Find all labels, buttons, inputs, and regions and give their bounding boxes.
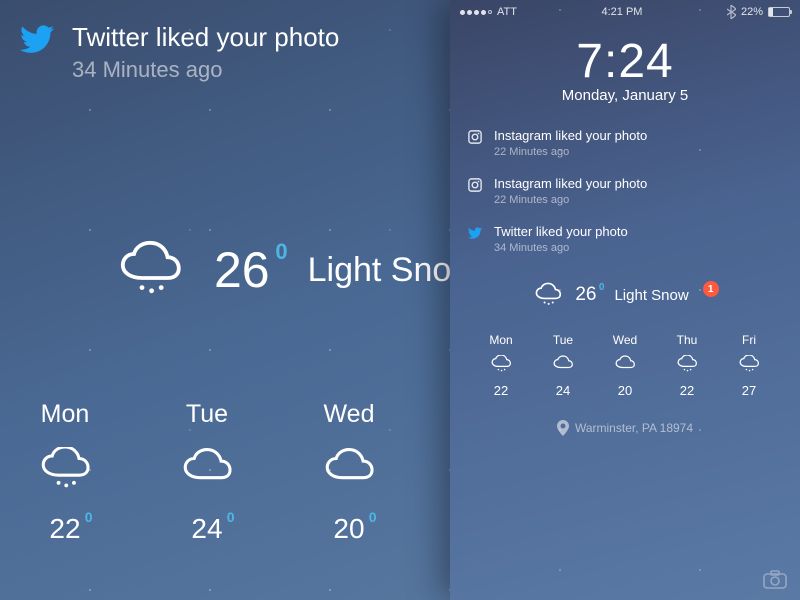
cloud-icon <box>175 447 239 491</box>
signal-dots-icon <box>460 10 492 15</box>
temperature-phone: 260 <box>575 284 596 306</box>
forecast-day[interactable]: Wed 20 <box>612 333 638 398</box>
forecast-day[interactable]: Thu 22 <box>674 333 700 398</box>
instagram-icon <box>468 130 482 144</box>
cloud-icon <box>612 355 638 373</box>
temp-value: 26 <box>214 242 270 298</box>
lockscreen-clock: 7:24 Monday, January 5 <box>450 34 800 104</box>
forecast-day-label: Fri <box>736 333 762 347</box>
notification-item[interactable]: Twitter liked your photo 34 Minutes ago <box>468 224 782 254</box>
cloud-snow-icon <box>33 447 97 491</box>
pin-icon <box>557 420 569 436</box>
notification-title: Twitter liked your photo <box>72 22 339 53</box>
instagram-icon <box>468 178 482 192</box>
degree-mark: 0 <box>275 239 287 265</box>
degree-mark: 0 <box>227 509 235 525</box>
forecast-temp: 240 <box>191 513 222 545</box>
weather-current-large: 260 Light Sno <box>110 240 451 300</box>
notification-title: Twitter liked your photo <box>494 224 628 239</box>
notification-time: 22 Minutes ago <box>494 146 647 158</box>
location-text: Warminster, PA 18974 <box>575 421 693 435</box>
degree-mark: 0 <box>85 509 93 525</box>
camera-icon[interactable] <box>762 570 788 590</box>
cloud-snow-icon <box>531 282 565 308</box>
location-label[interactable]: Warminster, PA 18974 <box>450 420 800 436</box>
forecast-temp: 220 <box>49 513 80 545</box>
battery-icon <box>768 7 790 17</box>
cloud-icon <box>317 447 381 491</box>
notification-large[interactable]: Twitter liked your photo 34 Minutes ago <box>20 22 339 83</box>
forecast-day-label: Thu <box>674 333 700 347</box>
notification-item[interactable]: Instagram liked your photo 22 Minutes ago <box>468 176 782 206</box>
weather-current-phone[interactable]: 260 Light Snow 1 <box>450 282 800 313</box>
forecast-day[interactable]: Fri 27 <box>736 333 762 398</box>
cloud-snow-icon <box>674 355 700 373</box>
forecast-day[interactable]: Mon 22 <box>488 333 514 398</box>
degree-mark: 0 <box>369 509 377 525</box>
clock-time: 7:24 <box>450 34 800 89</box>
notification-time: 34 Minutes ago <box>494 242 628 254</box>
battery-percent: 22% <box>741 6 763 18</box>
cloud-snow-icon <box>736 355 762 373</box>
notification-list: Instagram liked your photo 22 Minutes ago… <box>468 128 782 254</box>
clock-date: Monday, January 5 <box>450 87 800 104</box>
forecast-day-label: Mon <box>20 400 110 429</box>
notification-time: 34 Minutes ago <box>72 57 339 83</box>
forecast-day[interactable]: Tue 240 <box>162 400 252 545</box>
forecast-temp: 20 <box>612 383 638 398</box>
forecast-temp: 22 <box>488 383 514 398</box>
forecast-day-label: Mon <box>488 333 514 347</box>
forecast-day[interactable]: Mon 220 <box>20 400 110 545</box>
forecast-temp: 22 <box>674 383 700 398</box>
forecast-day-label: Tue <box>550 333 576 347</box>
degree-mark: 0 <box>599 282 605 293</box>
twitter-icon <box>468 226 482 240</box>
forecast-day[interactable]: Wed 200 <box>304 400 394 545</box>
notification-title: Instagram liked your photo <box>494 128 647 143</box>
phone-lockscreen: ATT 4:21 PM 22% 7:24 Monday, January 5 I… <box>450 0 800 600</box>
forecast-temp: 24 <box>550 383 576 398</box>
temperature-large: 260 <box>214 241 270 299</box>
forecast-phone: Mon 22 Tue 24 Wed 20 Thu 22 Fri 27 <box>450 313 800 398</box>
notification-title: Instagram liked your photo <box>494 176 647 191</box>
notification-item[interactable]: Instagram liked your photo 22 Minutes ago <box>468 128 782 158</box>
condition-phone: Light Snow <box>614 287 688 304</box>
cloud-snow-icon <box>488 355 514 373</box>
cloud-snow-icon <box>110 240 190 300</box>
forecast-temp: 27 <box>736 383 762 398</box>
forecast-day-label: Wed <box>612 333 638 347</box>
twitter-icon <box>20 22 54 56</box>
forecast-temp: 200 <box>333 513 364 545</box>
carrier-label: ATT <box>497 6 517 18</box>
notification-time: 22 Minutes ago <box>494 194 647 206</box>
cloud-icon <box>550 355 576 373</box>
forecast-day[interactable]: Tue 24 <box>550 333 576 398</box>
alert-badge[interactable]: 1 <box>703 281 719 297</box>
condition-large: Light Sno <box>308 251 452 290</box>
bluetooth-icon <box>727 5 736 19</box>
status-time: 4:21 PM <box>601 6 642 18</box>
forecast-day-label: Tue <box>162 400 252 429</box>
temp-value: 26 <box>575 284 596 305</box>
forecast-day-label: Wed <box>304 400 394 429</box>
status-bar: ATT 4:21 PM 22% <box>450 0 800 20</box>
